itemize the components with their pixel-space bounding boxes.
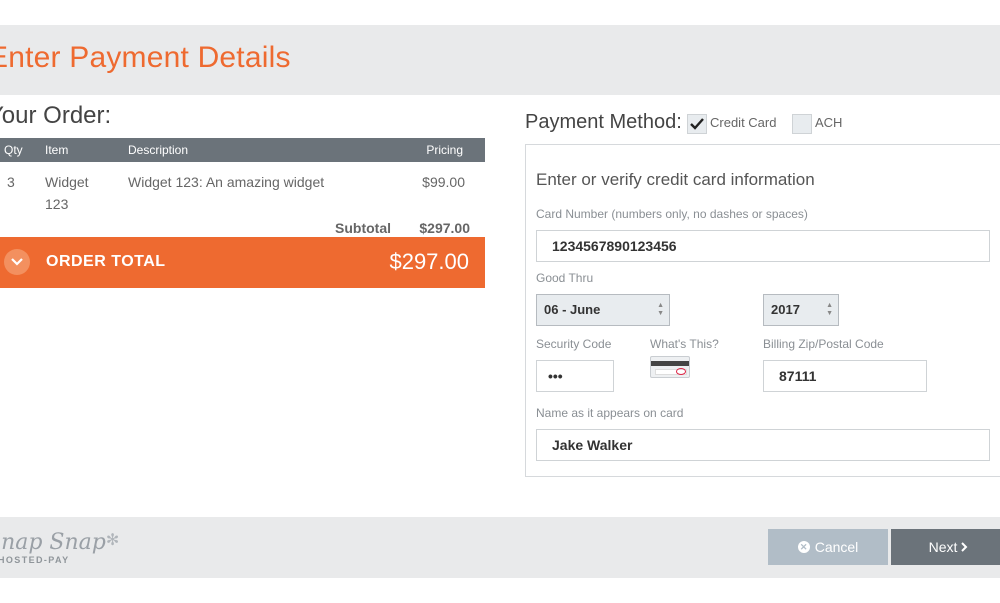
card-form-heading: Enter or verify credit card information (536, 170, 815, 189)
snowflake-icon: ✻ (105, 530, 120, 549)
security-code-input[interactable]: ••• (536, 360, 614, 392)
zip-input[interactable]: 87111 (763, 360, 927, 392)
logo-text: Snap Snap (0, 530, 106, 555)
cardholder-name-label: Name as it appears on card (536, 406, 684, 420)
select-arrows-icon: ▲ ▼ (826, 302, 833, 317)
col-qty: Qty (4, 143, 23, 157)
expiry-year-select[interactable]: 2017 ▲ ▼ (763, 294, 839, 326)
ach-checkbox[interactable] (792, 114, 812, 134)
subtotal-row: Subtotal $297.00 (0, 218, 485, 238)
security-code-label: Security Code (536, 337, 612, 351)
order-total-value: $297.00 (389, 249, 469, 274)
table-row: 3 Widget 123 Widget 123: An amazing widge… (0, 162, 485, 218)
cancel-label: Cancel (814, 539, 859, 555)
payment-method-label: Payment Method: (525, 111, 682, 133)
card-number-label: Card Number (numbers only, no dashes or … (536, 207, 808, 221)
table-header: Qty Item Description Pricing (0, 138, 485, 162)
expiry-month-value: 06 - June (544, 302, 601, 317)
ach-label[interactable]: ACH (815, 115, 842, 130)
x-circle-icon: ✕ (797, 541, 810, 553)
order-heading: Your Order: (0, 102, 112, 129)
order-table: Qty Item Description Pricing 3 Widget 123… (0, 138, 485, 238)
check-icon (690, 118, 704, 130)
cardholder-name-input[interactable]: Jake Walker (536, 429, 990, 461)
cancel-button[interactable]: ✕ Cancel (768, 529, 888, 565)
brand-subtitle: HOSTED-PAY (0, 555, 70, 565)
credit-card-label[interactable]: Credit Card (710, 115, 776, 130)
row-price: $99.00 (422, 174, 465, 190)
zip-label: Billing Zip/Postal Code (763, 337, 884, 351)
row-qty: 3 (7, 174, 15, 190)
credit-card-checkbox[interactable] (687, 114, 707, 134)
expiry-year-value: 2017 (771, 302, 800, 317)
card-number-input[interactable]: 1234567890123456 (536, 230, 990, 262)
card-back-icon[interactable] (650, 356, 690, 378)
whats-this-label[interactable]: What's This? (650, 337, 719, 351)
chevron-down-icon[interactable] (4, 249, 30, 275)
row-item: Widget 123 (45, 174, 89, 212)
row-description: Widget 123: An amazing widget (128, 174, 325, 190)
chevron-right-icon (961, 542, 968, 552)
next-label: Next (928, 539, 958, 555)
order-total-label: ORDER TOTAL (46, 253, 166, 270)
col-pricing: Pricing (426, 143, 463, 157)
next-button[interactable]: Next (891, 529, 1000, 565)
subtotal-label: Subtotal (335, 220, 391, 236)
col-description: Description (128, 143, 189, 157)
page-title: Enter Payment Details (0, 41, 291, 74)
order-total-bar[interactable]: ORDER TOTAL $297.00 (0, 237, 485, 288)
select-arrows-icon: ▲ ▼ (657, 302, 664, 317)
brand-logo: Snap Snap✻ (0, 530, 119, 555)
expiry-month-select[interactable]: 06 - June ▲ ▼ (536, 294, 670, 326)
good-thru-label: Good Thru (536, 271, 594, 285)
subtotal-value: $297.00 (419, 220, 470, 236)
col-item: Item (45, 143, 69, 157)
